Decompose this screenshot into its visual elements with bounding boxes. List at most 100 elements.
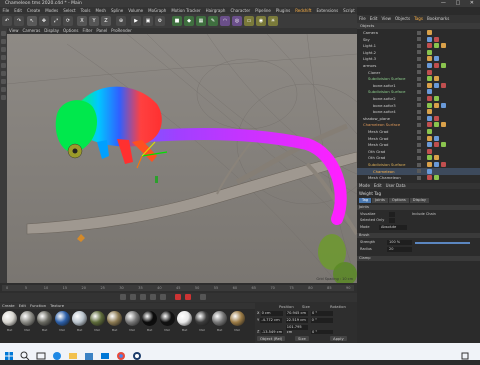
object-tag-icon[interactable]: [434, 135, 439, 141]
object-tag-icon[interactable]: [434, 76, 439, 82]
play-icon[interactable]: [140, 294, 146, 300]
viewport-menu-filter[interactable]: Filter: [82, 28, 92, 33]
object-tag-icon[interactable]: [434, 82, 439, 88]
visibility-toggle[interactable]: [417, 109, 421, 114]
attributes-menu-user-data[interactable]: User Data: [386, 183, 406, 188]
material-swatch[interactable]: [19, 311, 35, 326]
rotate-icon[interactable]: ⟳: [63, 16, 73, 26]
object-tag-icon[interactable]: [427, 30, 432, 35]
object-tag-icon[interactable]: [441, 102, 446, 108]
render-picture-icon[interactable]: ▣: [143, 16, 153, 26]
prop-mode-select[interactable]: Absolute: [379, 225, 407, 230]
coords-size-select[interactable]: Size: [295, 336, 309, 341]
rot-h-field[interactable]: 0 °: [310, 311, 333, 316]
attr-tab-tag[interactable]: Tag: [359, 198, 372, 203]
autokey-icon[interactable]: [185, 294, 191, 300]
material-menu-edit[interactable]: Edit: [19, 303, 26, 308]
visibility-toggle[interactable]: [417, 155, 421, 160]
start-icon[interactable]: [4, 346, 14, 360]
next-frame-icon[interactable]: [150, 294, 156, 300]
coords-mode-select[interactable]: Object (Rel): [257, 336, 286, 341]
attributes-menu-edit[interactable]: Edit: [374, 183, 382, 188]
viewport-menu-cameras[interactable]: Cameras: [23, 28, 41, 33]
object-tag-icon[interactable]: [427, 96, 432, 101]
field-icon[interactable]: ◎: [232, 16, 242, 26]
timeline-ruler[interactable]: 0 5 10 15 20 25 30 35 40 45 50 55 60 65 70 75 80 85 90: [2, 285, 354, 291]
file-explorer-icon[interactable]: [68, 346, 78, 359]
object-tag-icon[interactable]: [427, 82, 432, 88]
visibility-toggle[interactable]: [417, 103, 421, 108]
object-tag-icon[interactable]: [427, 102, 432, 108]
object-tag-icon[interactable]: [441, 43, 446, 49]
visibility-toggle[interactable]: [417, 56, 421, 61]
object-tag-icon[interactable]: [427, 122, 432, 128]
task-view-icon[interactable]: [36, 346, 46, 360]
menu-pipeline[interactable]: Pipeline: [255, 8, 271, 13]
size-z-field[interactable]: 101.795 cm: [285, 325, 308, 334]
menu-script[interactable]: Script: [343, 8, 355, 13]
object-tag-icon[interactable]: [427, 175, 432, 181]
visibility-toggle[interactable]: [417, 122, 421, 127]
menu-select[interactable]: Select: [63, 8, 75, 13]
viewport-menu-panel[interactable]: Panel: [96, 28, 107, 33]
array-icon[interactable]: ▦: [196, 16, 206, 26]
object-tag-icon[interactable]: [434, 122, 439, 128]
material-swatch[interactable]: [72, 311, 87, 326]
prev-frame-icon[interactable]: [130, 294, 136, 300]
objects-menu-view[interactable]: View: [381, 16, 391, 21]
prop-selected-only-check[interactable]: [389, 218, 395, 223]
keyframe-icon[interactable]: [200, 294, 206, 300]
redo-icon[interactable]: ↷: [14, 16, 24, 26]
scale-icon[interactable]: ⤢: [51, 16, 61, 26]
model-mode-icon[interactable]: [1, 31, 6, 36]
viewport-menu-view[interactable]: View: [9, 28, 19, 33]
object-tag-icon[interactable]: [427, 69, 432, 75]
axis-mode-icon[interactable]: [1, 71, 6, 76]
undo-icon[interactable]: ↶: [2, 16, 12, 26]
menu-extensions[interactable]: Extensions: [316, 8, 338, 13]
material-swatch[interactable]: [89, 311, 105, 326]
material-swatch[interactable]: [2, 311, 17, 326]
material-menu-function[interactable]: Function: [30, 303, 46, 308]
visibility-toggle[interactable]: [417, 162, 421, 167]
menu-edit[interactable]: Edit: [14, 8, 22, 13]
x-axis-icon[interactable]: X: [77, 16, 87, 26]
menu-create[interactable]: Create: [27, 8, 40, 13]
section-brush[interactable]: Brush: [357, 233, 480, 238]
menu-modes[interactable]: Modes: [45, 8, 58, 13]
mail-icon[interactable]: [100, 346, 110, 359]
objects-menu-objects[interactable]: Objects: [395, 16, 410, 21]
edge-browser-icon[interactable]: [52, 346, 62, 360]
object-tag-icon[interactable]: [434, 115, 439, 121]
go-to-end-icon[interactable]: [160, 294, 166, 300]
strength-slider[interactable]: [415, 242, 470, 244]
attr-tab-options[interactable]: Options: [388, 198, 409, 203]
visibility-toggle[interactable]: [417, 175, 421, 180]
section-joints[interactable]: Joints: [357, 205, 480, 210]
visibility-toggle[interactable]: [417, 76, 421, 81]
visibility-toggle[interactable]: [417, 149, 421, 154]
visibility-toggle[interactable]: [417, 96, 421, 101]
menu-spline[interactable]: Spline: [111, 8, 123, 13]
objects-menu-tags[interactable]: Tags: [414, 16, 423, 21]
menu-plugins[interactable]: Plugins: [276, 8, 290, 13]
pos-y-field[interactable]: -4.772 cm: [260, 318, 283, 323]
visibility-toggle[interactable]: [417, 30, 421, 35]
visibility-toggle[interactable]: [417, 142, 421, 147]
pos-z-field[interactable]: -13.549 cm: [260, 329, 283, 334]
object-tag-icon[interactable]: [427, 49, 432, 55]
object-tag-icon[interactable]: [434, 102, 439, 108]
visibility-toggle[interactable]: [417, 70, 421, 75]
visibility-toggle[interactable]: [417, 63, 421, 68]
record-icon[interactable]: [175, 294, 181, 300]
select-icon[interactable]: ↖: [27, 16, 37, 26]
polygons-mode-icon[interactable]: [1, 63, 6, 68]
visibility-toggle[interactable]: [417, 37, 421, 42]
menu-hairgraph[interactable]: Hairgraph: [206, 8, 226, 13]
rot-b-field[interactable]: 0 °: [310, 329, 333, 334]
object-tag-icon[interactable]: [434, 96, 439, 101]
object-tag-icon[interactable]: [427, 109, 432, 115]
y-axis-icon[interactable]: Y: [89, 16, 99, 26]
object-tag-icon[interactable]: [434, 175, 439, 181]
z-axis-icon[interactable]: Z: [101, 16, 111, 26]
